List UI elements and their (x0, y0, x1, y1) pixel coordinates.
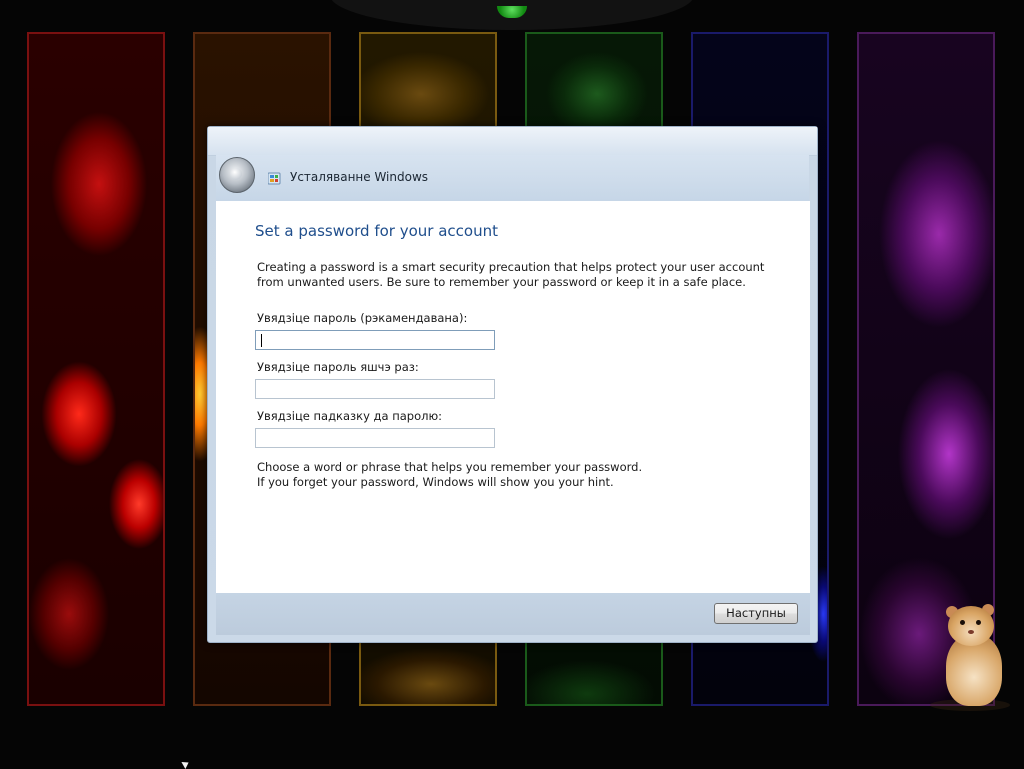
confirm-password-field[interactable] (255, 379, 495, 399)
confirm-password-label: Увядзіце пароль яшчэ раз: (257, 360, 419, 374)
window-footer: Наступны (216, 593, 810, 635)
hamster-nose (968, 630, 974, 634)
setup-window: Усталяванне Windows Set a password for y… (207, 126, 818, 643)
text-caret (261, 334, 262, 347)
page-title: Set a password for your account (255, 222, 498, 240)
window-glass-frame (208, 127, 817, 156)
hamster-head (948, 606, 994, 646)
next-button[interactable]: Наступны (714, 603, 798, 624)
hamster-eye-right (976, 620, 981, 625)
hamster-mascot (930, 604, 1010, 711)
back-button[interactable] (219, 157, 255, 193)
password-label: Увядзіце пароль (рэкамендавана): (257, 311, 468, 325)
page-description: Creating a password is a smart security … (257, 260, 765, 289)
window-title: Усталяванне Windows (290, 170, 429, 184)
password-field[interactable] (255, 330, 495, 350)
password-hint-field[interactable] (255, 428, 495, 448)
hamster-eye-left (960, 620, 965, 625)
mouse-cursor-icon (181, 759, 191, 769)
background-panel-red (27, 32, 165, 706)
windows-setup-icon (268, 172, 281, 185)
password-hint-label: Увядзіце падказку да паролю: (257, 409, 443, 423)
content-area: Set a password for your account Creating… (216, 201, 810, 593)
hint-explanation: Choose a word or phrase that helps you r… (257, 460, 643, 489)
